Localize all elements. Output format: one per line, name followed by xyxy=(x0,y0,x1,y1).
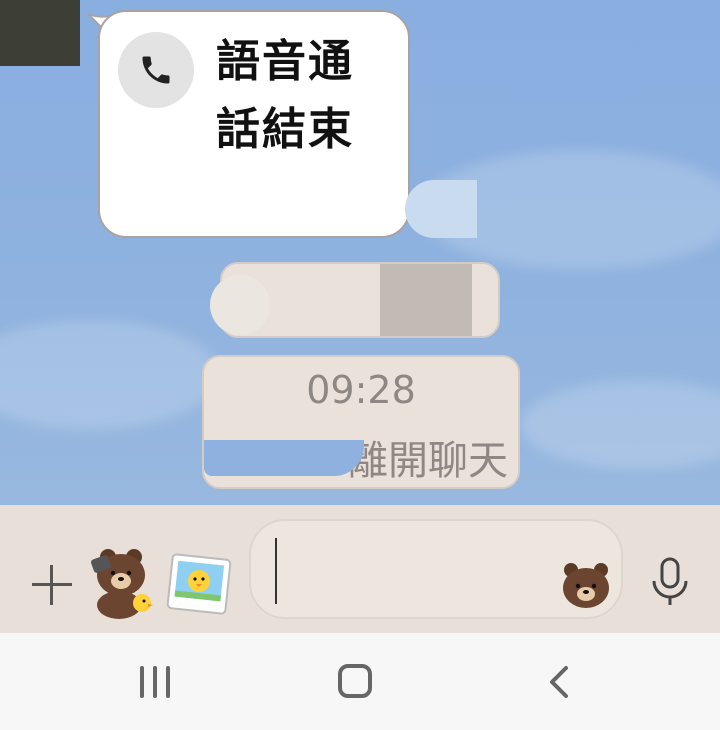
back-icon[interactable] xyxy=(544,664,574,700)
contact-avatar[interactable] xyxy=(0,0,80,66)
plus-icon[interactable] xyxy=(30,563,74,607)
call-ended-line2: 話結束 xyxy=(216,104,354,155)
microphone-icon[interactable] xyxy=(648,557,692,609)
redaction-block xyxy=(380,264,472,336)
recent-apps-icon[interactable] xyxy=(138,666,172,698)
system-time: 09:28 xyxy=(306,368,416,412)
brown-bear-emoji-icon[interactable] xyxy=(560,560,612,610)
sally-photo-icon[interactable] xyxy=(166,553,232,615)
phone-icon xyxy=(118,32,194,108)
redaction-brush xyxy=(204,440,364,476)
redaction-blob xyxy=(210,275,270,335)
call-ended-text: 語音通 話結束 xyxy=(216,28,386,164)
home-icon[interactable] xyxy=(338,664,372,698)
call-ended-line1: 語音通 xyxy=(216,36,354,87)
brown-bear-sticker-icon[interactable] xyxy=(86,545,156,619)
text-caret xyxy=(275,538,277,604)
redaction-patch xyxy=(405,180,477,238)
